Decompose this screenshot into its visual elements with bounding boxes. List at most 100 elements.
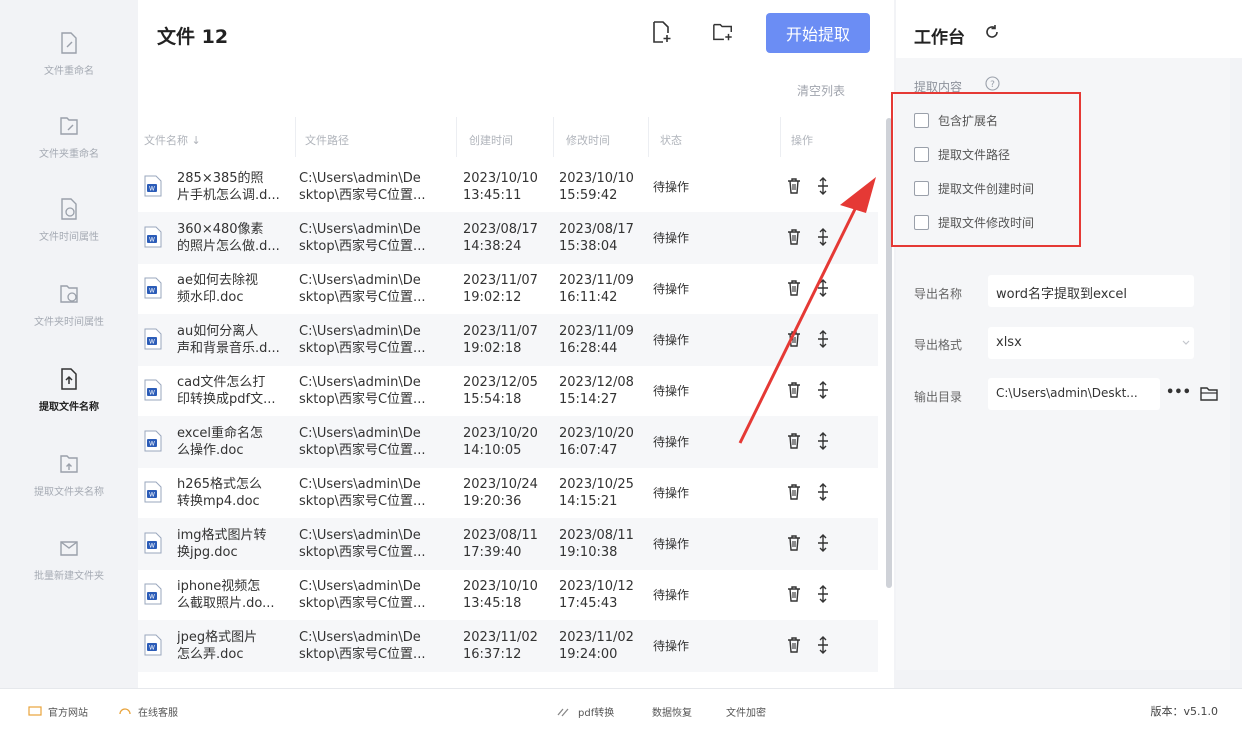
word-doc-icon: W — [144, 328, 162, 350]
file-path-cell: C:\Users\admin\De sktop\西家号C位置... — [299, 221, 451, 255]
word-doc-icon: W — [144, 226, 162, 248]
file-path-line: C:\Users\admin\De — [299, 630, 421, 645]
nav-item-extract-file-name[interactable]: 提取文件名称 — [0, 368, 138, 413]
nav-item-folder-time[interactable]: 文件夹时间属性 — [0, 283, 138, 328]
modified-date: 2023/11/09 — [559, 273, 634, 288]
created-time: 14:10:05 — [463, 443, 522, 458]
modified-time: 15:14:27 — [559, 392, 618, 407]
file-path-cell: C:\Users\admin\De sktop\西家号C位置... — [299, 272, 451, 306]
modified-time-cell: 2023/10/20 16:07:47 — [559, 425, 647, 459]
table-row[interactable]: Wiphone视频怎 么截取照片.do... C:\Users\admin\De sk… — [138, 569, 878, 621]
drag-handle-icon[interactable] — [816, 534, 830, 552]
trash-icon[interactable] — [787, 586, 801, 602]
left-nav: 文件重命名 文件夹重命名 文件时间属性 文件夹时间属性 提取文件名称 提取文件夹… — [0, 0, 138, 688]
refresh-icon[interactable] — [984, 24, 1000, 40]
drag-handle-icon[interactable] — [816, 636, 830, 654]
created-date: 2023/08/11 — [463, 528, 538, 543]
created-time: 19:20:36 — [463, 494, 522, 509]
help-icon[interactable]: ? — [985, 76, 1000, 91]
status-cell: 待操作 — [653, 282, 690, 296]
start-extract-button[interactable]: 开始提取 — [766, 13, 870, 53]
created-time: 13:45:11 — [463, 188, 522, 203]
modified-time: 15:59:42 — [559, 188, 618, 203]
online-support-link[interactable]: 在线客服 — [118, 704, 178, 719]
file-path-line: sktop\西家号C位置... — [299, 239, 426, 254]
export-name-input[interactable]: word名字提取到excel — [988, 275, 1194, 307]
word-doc-icon: W — [144, 634, 162, 656]
created-time: 16:37:12 — [463, 647, 522, 662]
file-path-line: sktop\西家号C位置... — [299, 596, 426, 611]
clear-list-button[interactable]: 清空列表 — [797, 82, 845, 99]
column-header-name[interactable]: 文件名称 ↓ — [144, 132, 201, 148]
nav-item-extract-folder-name[interactable]: 提取文件夹名称 — [0, 453, 138, 498]
folder-open-icon[interactable] — [1200, 386, 1218, 402]
word-doc-icon: W — [144, 277, 162, 299]
highlight-box — [891, 92, 1081, 247]
table-row[interactable]: Wimg格式图片转 换jpg.doc C:\Users\admin\De sktop\… — [138, 518, 878, 570]
export-format-select[interactable]: xlsx — [988, 327, 1194, 359]
data-recovery-link[interactable]: 数据恢复 — [652, 704, 692, 719]
file-path-cell: C:\Users\admin\De sktop\西家号C位置... — [299, 476, 451, 510]
official-website-link[interactable]: 官方网站 — [28, 704, 88, 719]
file-path-line: sktop\西家号C位置... — [299, 188, 426, 203]
file-name-line: 片手机怎么调.d... — [177, 188, 280, 203]
export-format-label: 导出格式 — [914, 338, 963, 352]
file-name-cell: ae如何去除视 频水印.doc — [177, 272, 289, 306]
created-time-cell: 2023/11/07 19:02:18 — [463, 323, 551, 357]
trash-icon[interactable] — [787, 637, 801, 653]
word-doc-icon: W — [144, 532, 162, 554]
drag-handle-icon[interactable] — [816, 483, 830, 501]
add-file-icon[interactable] — [651, 20, 673, 44]
trash-icon[interactable] — [787, 484, 801, 500]
drag-handle-icon[interactable] — [816, 585, 830, 603]
column-header-created: 创建时间 — [469, 134, 513, 147]
workbench-header: 工作台 — [896, 0, 1242, 58]
file-name-line: 285×385的照 — [177, 171, 264, 186]
nav-item-file-rename[interactable]: 文件重命名 — [0, 32, 138, 77]
file-name-line: excel重命名怎 — [177, 426, 263, 441]
nav-item-batch-new-folder[interactable]: 批量新建文件夹 — [0, 537, 138, 582]
table-header: 文件名称 ↓ 文件路径 创建时间 修改时间 状态 操作 — [138, 115, 878, 161]
footer-label: 数据恢复 — [652, 708, 692, 719]
pdf-convert-link[interactable]: pdf转换 — [556, 704, 614, 719]
svg-text:W: W — [149, 492, 155, 499]
created-time-cell: 2023/10/10 13:45:11 — [463, 170, 551, 204]
column-header-path: 文件路径 — [305, 134, 349, 147]
nav-label: 文件重命名 — [44, 66, 94, 77]
modified-date: 2023/08/17 — [559, 222, 634, 237]
file-name-line: 么截取照片.do... — [177, 596, 275, 611]
nav-item-folder-rename[interactable]: 文件夹重命名 — [0, 115, 138, 160]
extract-folder-name-icon — [60, 455, 78, 473]
modified-time: 15:38:04 — [559, 239, 618, 254]
created-time: 13:45:18 — [463, 596, 522, 611]
created-time-cell: 2023/12/05 15:54:18 — [463, 374, 551, 408]
word-doc-icon: W — [144, 430, 162, 452]
modified-time-cell: 2023/12/08 15:14:27 — [559, 374, 647, 408]
svg-text:W: W — [149, 441, 155, 448]
table-row[interactable]: Wjpeg格式图片 怎么弄.doc C:\Users\admin\De sktop\西… — [138, 620, 878, 672]
more-button[interactable]: ••• — [1166, 385, 1191, 400]
add-folder-icon[interactable] — [712, 20, 734, 44]
modified-date: 2023/11/02 — [559, 630, 634, 645]
output-dir-input[interactable]: C:\Users\admin\Deskt... — [988, 378, 1160, 410]
created-date: 2023/11/07 — [463, 324, 538, 339]
created-time-cell: 2023/10/10 13:45:18 — [463, 578, 551, 612]
workbench-title: 工作台 — [914, 28, 965, 48]
file-name-cell: au如何分离人 声和背景音乐.d... — [177, 323, 289, 357]
svg-text:W: W — [149, 339, 155, 346]
footer-label: 在线客服 — [138, 708, 178, 719]
nav-item-file-time[interactable]: 文件时间属性 — [0, 198, 138, 243]
headset-icon — [119, 707, 131, 714]
svg-text:W: W — [149, 645, 155, 652]
created-time: 14:38:24 — [463, 239, 522, 254]
file-encrypt-link[interactable]: 文件加密 — [726, 704, 766, 719]
file-path-cell: C:\Users\admin\De sktop\西家号C位置... — [299, 323, 451, 357]
file-path-line: C:\Users\admin\De — [299, 222, 421, 237]
word-doc-icon: W — [144, 481, 162, 503]
table-row[interactable]: Wh265格式怎么 转换mp4.doc C:\Users\admin\De sktop… — [138, 467, 878, 519]
trash-icon[interactable] — [787, 535, 801, 551]
modified-time: 16:11:42 — [559, 290, 618, 305]
status-cell: 待操作 — [653, 333, 690, 347]
file-path-cell: C:\Users\admin\De sktop\西家号C位置... — [299, 578, 451, 612]
modified-time-cell: 2023/11/09 16:28:44 — [559, 323, 647, 357]
